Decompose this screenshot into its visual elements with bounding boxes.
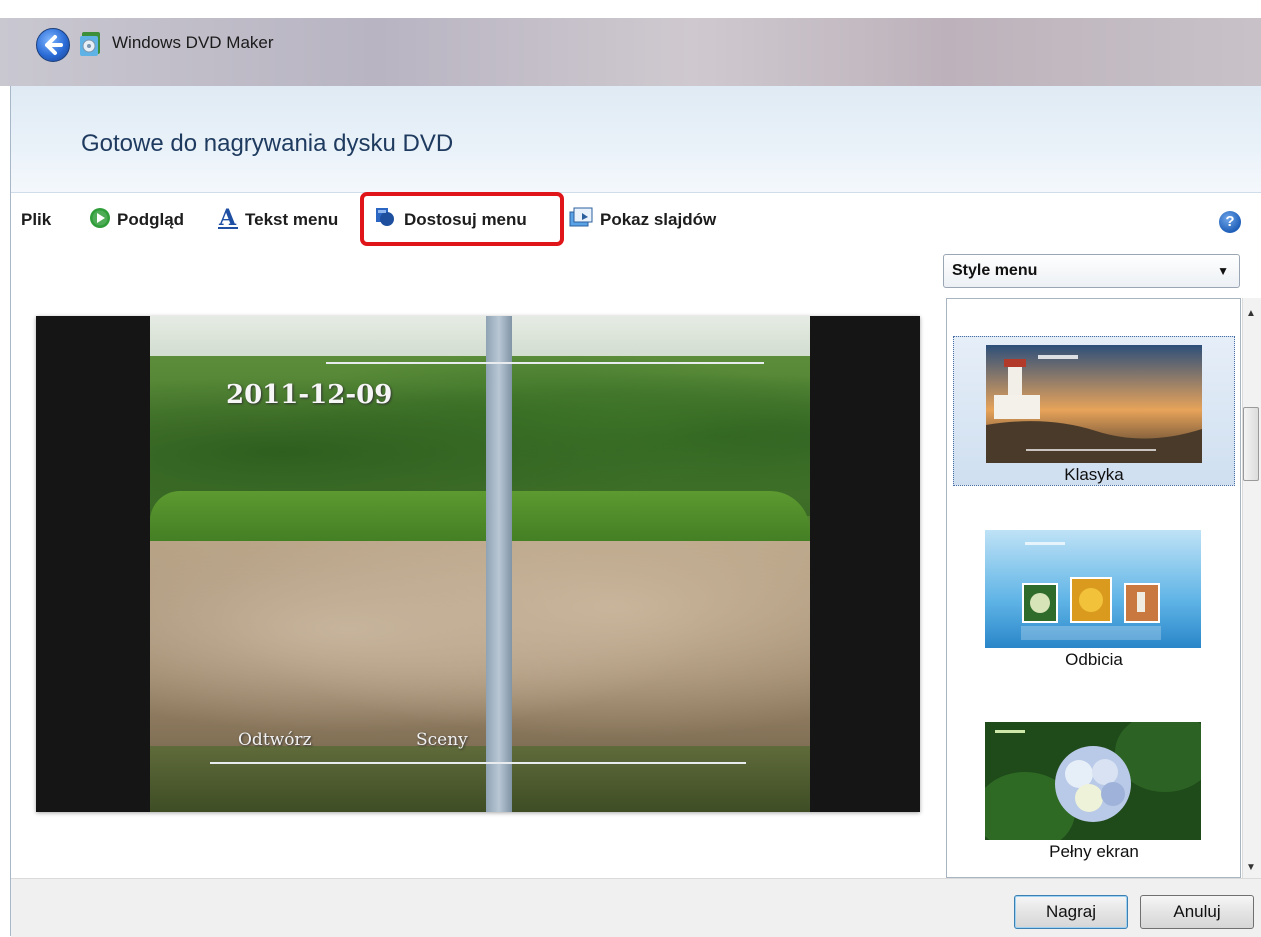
style-item-odbicia[interactable]: Odbicia [953,522,1235,672]
preview-button[interactable]: Podgląd [89,207,184,233]
burn-button[interactable]: Nagraj [1014,895,1128,929]
text-a-icon: A [217,205,239,235]
customize-menu-button[interactable]: Dostosuj menu [374,207,527,233]
menu-text-button[interactable]: A Tekst menu [217,205,339,235]
menu-preview: 2011-12-09 Odtwórz Sceny [36,316,920,812]
customize-menu-icon [374,206,398,235]
style-thumbnail [985,530,1201,648]
menu-frame-line-top [326,362,764,364]
style-item-klasyka[interactable]: Klasyka [953,336,1235,486]
slideshow-icon [568,206,594,235]
svg-text:A: A [218,206,237,230]
style-dropdown[interactable]: Style menu ▼ [943,254,1240,288]
menu-frame-line-bottom [210,762,746,764]
style-dropdown-value: Style menu [952,262,1038,279]
page-header: Gotowe do nagrywania dysku DVD [11,86,1261,193]
style-label: Klasyka [1064,465,1124,484]
style-label: Pełny ekran [1049,842,1139,861]
page-title: Gotowe do nagrywania dysku DVD [81,130,454,157]
scenes-menu-link[interactable]: Sceny [416,730,468,750]
menu-title: 2011-12-09 [226,380,393,410]
menu-file[interactable]: Plik [21,207,51,233]
scroll-up-icon[interactable]: ▲ [1246,308,1256,319]
dvd-maker-icon [78,30,104,58]
back-arrow-icon[interactable] [36,28,70,62]
window-title: Windows DVD Maker [112,33,274,52]
menu-file-label: Plik [21,210,52,229]
slideshow-button[interactable]: Pokaz slajdów [568,207,716,233]
toolbar: Plik Podgląd A Tekst menu Dostosuj menu … [11,192,1261,249]
customize-menu-label: Dostosuj menu [404,210,527,229]
menu-text-label: Tekst menu [245,210,339,229]
style-label: Odbicia [1065,650,1123,669]
play-icon [89,207,111,234]
scroll-thumb[interactable] [1243,407,1259,481]
style-item-pelny-ekran[interactable]: Pełny ekran [953,714,1235,864]
slideshow-label: Pokaz slajdów [600,210,717,229]
styles-list[interactable]: Klasyka Odbicia Pełny ekran [946,298,1241,878]
scroll-down-icon[interactable]: ▼ [1246,862,1256,873]
style-thumbnail [985,722,1201,840]
title-bar: Windows DVD Maker [0,0,1261,86]
cancel-button[interactable]: Anuluj [1140,895,1254,929]
styles-scrollbar[interactable] [1242,298,1261,878]
preview-label: Podgląd [117,210,185,229]
style-thumbnail [986,345,1202,463]
chevron-down-icon: ▼ [1217,264,1229,278]
help-icon[interactable]: ? [1219,211,1241,233]
play-menu-link[interactable]: Odtwórz [238,730,312,750]
